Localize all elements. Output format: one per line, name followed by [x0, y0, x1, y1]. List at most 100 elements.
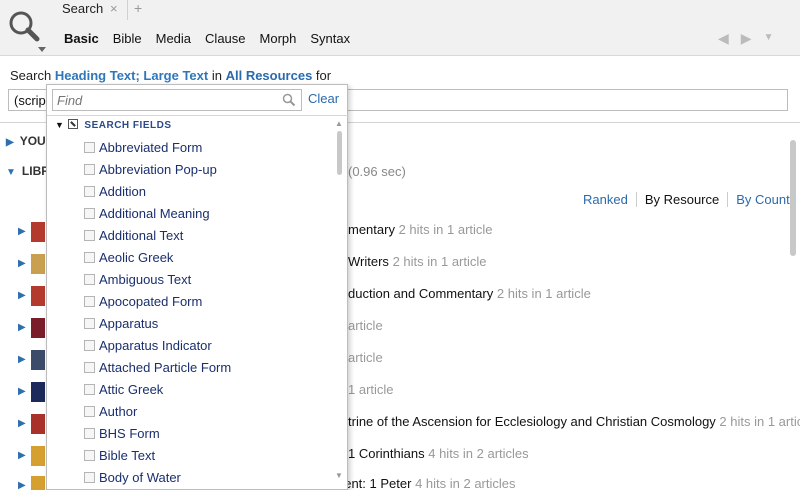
- expand-triangle-icon[interactable]: ▶: [18, 322, 26, 333]
- tab-label: Search: [62, 1, 104, 16]
- book-cover-icon: [31, 318, 45, 338]
- field-label: Ambiguous Text: [99, 272, 192, 287]
- expand-triangle-icon[interactable]: ▶: [18, 480, 26, 490]
- field-label: Addition: [99, 184, 146, 199]
- expand-triangle-icon: ▶: [6, 137, 14, 148]
- resources-link[interactable]: All Resources: [226, 68, 313, 83]
- field-label: BHS Form: [99, 426, 160, 441]
- book-cover-icon: [31, 254, 45, 274]
- history-dropdown-icon[interactable]: ▼: [764, 32, 774, 47]
- checkbox[interactable]: [84, 296, 95, 307]
- clear-button[interactable]: Clear: [308, 91, 339, 106]
- mode-syntax[interactable]: Syntax: [310, 31, 350, 46]
- collapse-triangle-icon: ▼: [6, 167, 16, 178]
- hit-count: 1 article: [348, 382, 394, 397]
- sort-ranked[interactable]: Ranked: [583, 192, 637, 207]
- field-label: Additional Text: [99, 228, 184, 243]
- checkbox[interactable]: [84, 318, 95, 329]
- back-arrow-icon[interactable]: ◀: [718, 30, 729, 47]
- sort-options: Ranked By Resource By Count: [583, 192, 798, 207]
- hit-count: 4 hits in 2 articles: [428, 446, 529, 461]
- search-fields-header[interactable]: ▼ SEARCH FIELDS: [55, 119, 171, 131]
- expand-triangle-icon[interactable]: ▶: [18, 418, 26, 429]
- book-cover-icon: [31, 476, 45, 490]
- sort-by-count[interactable]: By Count: [728, 192, 797, 207]
- checkbox[interactable]: [84, 142, 95, 153]
- search-icon: [282, 93, 296, 110]
- hit-count: 4 hits in 2 articles: [415, 476, 516, 490]
- field-label: Attic Greek: [99, 382, 164, 397]
- checkbox[interactable]: [84, 252, 95, 263]
- query-text: (scrip: [14, 93, 46, 108]
- checkbox[interactable]: [84, 208, 95, 219]
- checkbox[interactable]: [84, 406, 95, 417]
- close-tab-icon[interactable]: ×: [110, 1, 118, 16]
- mode-bible[interactable]: Bible: [113, 31, 142, 46]
- field-label: Apparatus: [99, 316, 159, 331]
- book-cover-icon: [31, 382, 45, 402]
- checkbox[interactable]: [84, 164, 95, 175]
- mode-morph[interactable]: Morph: [260, 31, 297, 46]
- result-title: 1 article: [348, 382, 394, 397]
- find-field[interactable]: [52, 89, 302, 111]
- checkbox[interactable]: [84, 186, 95, 197]
- field-label: Abbreviation Pop-up: [99, 162, 217, 177]
- scroll-down-icon[interactable]: ▼: [335, 471, 343, 480]
- expand-triangle-icon[interactable]: ▶: [18, 290, 26, 301]
- book-cover-icon: [31, 414, 45, 434]
- title-text: duction and Commentary: [348, 286, 494, 301]
- checkbox[interactable]: [84, 384, 95, 395]
- checkbox[interactable]: [84, 472, 95, 483]
- field-label: Apparatus Indicator: [99, 338, 212, 353]
- checkbox[interactable]: [84, 450, 95, 461]
- hit-count: 2 hits in 1 article: [398, 222, 493, 237]
- field-label: Attached Particle Form: [99, 360, 232, 375]
- find-input[interactable]: [53, 90, 273, 110]
- field-label: Abbreviated Form: [99, 140, 203, 155]
- field-label: Additional Meaning: [99, 206, 210, 221]
- checkbox[interactable]: [84, 362, 95, 373]
- field-label: Body of Water: [99, 470, 181, 485]
- search-panel-icon[interactable]: [6, 8, 46, 54]
- checkbox[interactable]: [84, 428, 95, 439]
- add-tab-icon[interactable]: +: [134, 0, 142, 16]
- hit-count: 2 hits in 1 article: [719, 414, 800, 429]
- mode-basic[interactable]: Basic: [64, 31, 99, 46]
- results-scrollbar[interactable]: [790, 140, 796, 256]
- expand-triangle-icon[interactable]: ▶: [18, 354, 26, 365]
- search-fields-dropdown: Clear ▼ SEARCH FIELDS Abbreviated Form Ab…: [46, 84, 349, 490]
- hit-count: 2 hits in 1 article: [392, 254, 487, 269]
- book-cover-icon: [31, 286, 45, 306]
- result-title: Writers 2 hits in 1 article: [348, 254, 487, 269]
- expand-triangle-icon[interactable]: ▶: [18, 386, 26, 397]
- mixed-checkbox-icon[interactable]: [68, 119, 79, 129]
- title-text: 1 Corinthians: [348, 446, 425, 461]
- collapse-triangle-icon[interactable]: ▼: [55, 120, 64, 130]
- forward-arrow-icon[interactable]: ▶: [741, 30, 752, 47]
- checkbox[interactable]: [84, 340, 95, 351]
- search-timing: (0.96 sec): [348, 164, 406, 179]
- tab-search[interactable]: Search ×: [52, 0, 128, 20]
- result-title: article: [348, 350, 383, 365]
- divider: [47, 115, 349, 116]
- toolbar: Search × + Basic Bible Media Clause Morp…: [0, 0, 800, 56]
- result-title: article: [348, 318, 383, 333]
- search-prefix: Search: [10, 68, 52, 83]
- expand-triangle-icon[interactable]: ▶: [18, 226, 26, 237]
- field-label: Aeolic Greek: [99, 250, 174, 265]
- expand-triangle-icon[interactable]: ▶: [18, 450, 26, 461]
- checkbox[interactable]: [84, 274, 95, 285]
- checkbox[interactable]: [84, 230, 95, 241]
- title-text: Writers: [348, 254, 389, 269]
- mode-media[interactable]: Media: [156, 31, 191, 46]
- dropdown-scrollbar[interactable]: [337, 131, 342, 175]
- title-text: trine of the Ascension for Ecclesiology …: [348, 414, 716, 429]
- expand-triangle-icon[interactable]: ▶: [18, 258, 26, 269]
- mode-clause[interactable]: Clause: [205, 31, 245, 46]
- scroll-up-icon[interactable]: ▲: [335, 119, 343, 128]
- sort-by-resource[interactable]: By Resource: [637, 192, 729, 207]
- for-word: for: [315, 68, 332, 83]
- fields-link[interactable]: Heading Text; Large Text: [55, 68, 208, 83]
- result-title: duction and Commentary 2 hits in 1 artic…: [348, 286, 591, 301]
- search-mode-tabs: Basic Bible Media Clause Morph Syntax: [64, 31, 364, 46]
